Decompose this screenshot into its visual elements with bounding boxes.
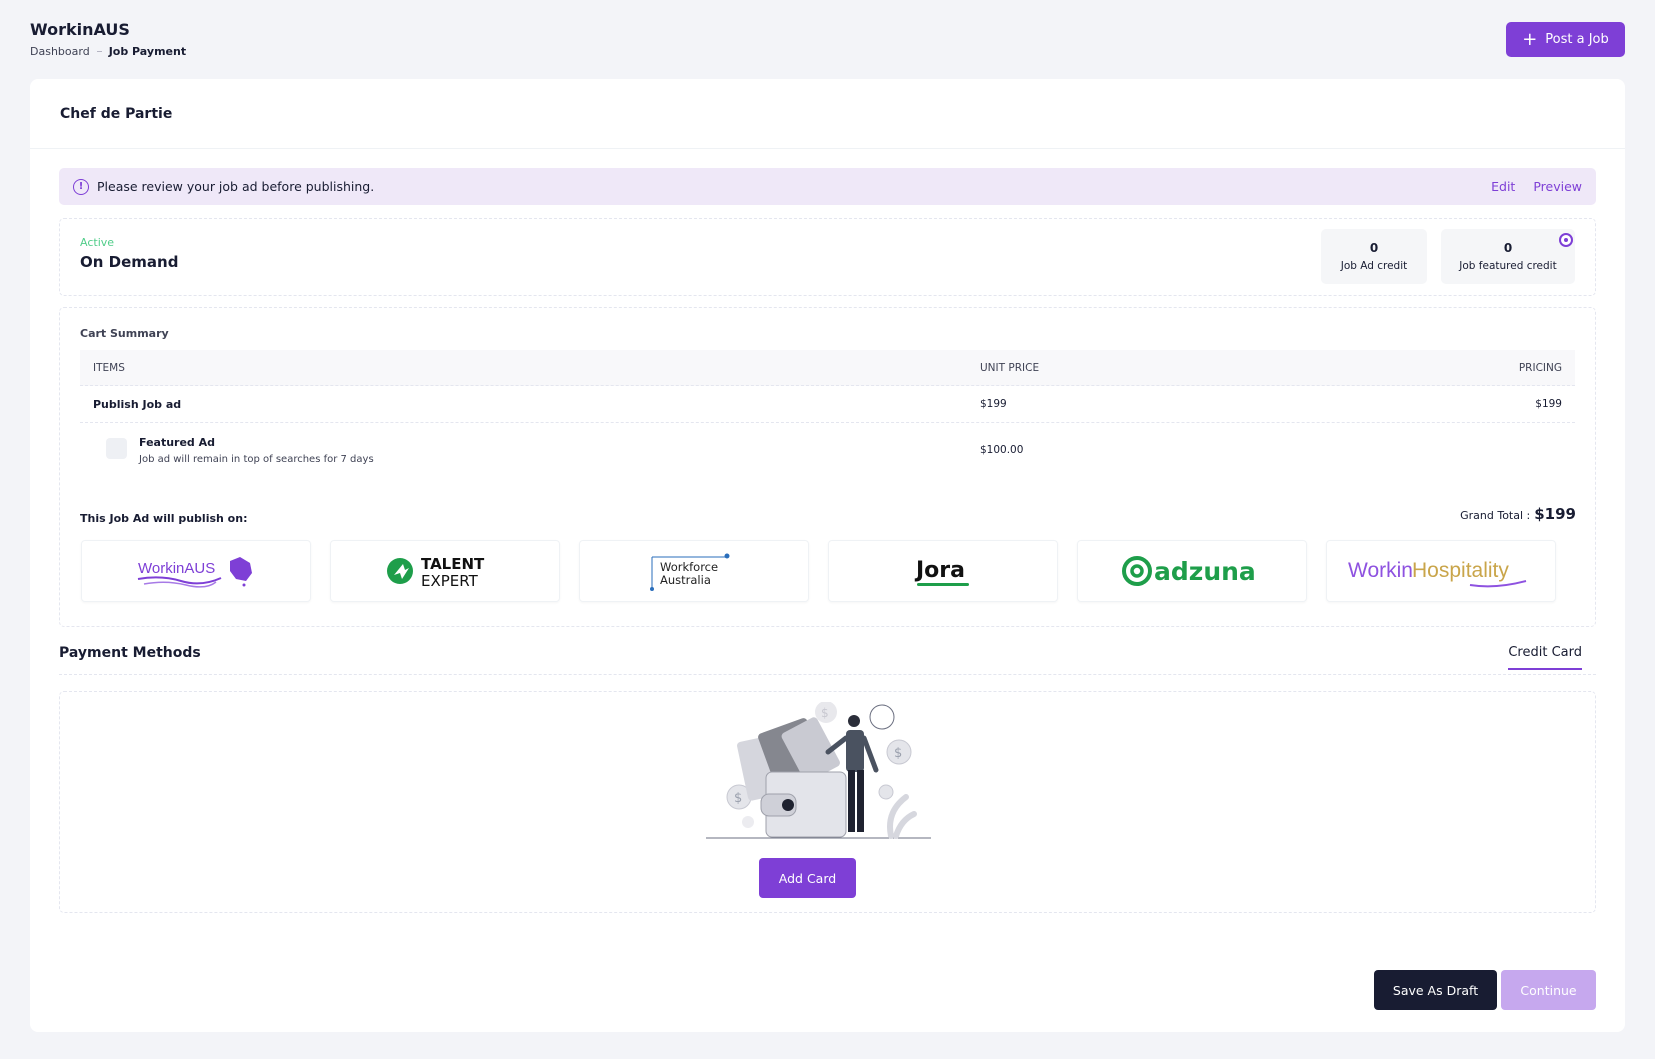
talent-expert-logo-line2: EXPERT [421,572,479,590]
job-ad-credit-value: 0 [1369,241,1379,255]
adzuna-logo: adzuna [1077,540,1307,602]
job-featured-credit: 0 Job featured credit [1441,229,1575,284]
grand-total-value: $199 [1534,505,1576,523]
breadcrumb-dashboard[interactable]: Dashboard [30,45,90,58]
row-item: Featured Ad Job ad will remain in top of… [80,436,980,465]
grand-total-label: Grand Total : [1460,509,1531,522]
plan-name: On Demand [80,253,179,271]
workinaus-logo-text: WorkinAUS [138,560,215,577]
post-job-label: Post a Job [1545,32,1609,47]
talent-expert-logo-line1: TALENT [421,555,485,573]
job-ad-credit: 0 Job Ad credit [1321,229,1427,284]
card-header: Chef de Partie [30,79,1625,149]
plan-radio[interactable] [1559,233,1573,247]
table-row: Featured Ad Job ad will remain in top of… [80,423,1575,477]
job-title: Chef de Partie [60,105,173,122]
svg-text:$: $ [734,791,742,806]
col-items-header: ITEMS [93,361,125,374]
footer-actions: Save As Draft Continue [1374,970,1596,1010]
partner-logos: WorkinAUS TALENT EXPERT Workforce Austra… [81,540,1556,602]
edit-link[interactable]: Edit [1491,179,1515,194]
row-pricing: $199 [1535,398,1562,410]
preview-link[interactable]: Preview [1533,179,1582,194]
notice-message: Please review your job ad before publish… [97,179,375,194]
job-featured-credit-value: 0 [1503,241,1513,255]
payment-methods-header: Payment Methods Credit Card [59,645,1596,675]
workinhospitality-logo: Workin Hospitality [1326,540,1556,602]
talent-expert-logo: TALENT EXPERT [330,540,560,602]
svg-text:$: $ [821,706,829,720]
app-title: WorkinAUS [30,20,130,39]
workinaus-logo: WorkinAUS [81,540,311,602]
info-icon: ! [73,178,89,195]
featured-ad-description: Job ad will remain in top of searches fo… [139,453,374,465]
continue-button[interactable]: Continue [1501,970,1596,1010]
col-unit-price-header: UNIT PRICE [980,361,1040,374]
post-job-button[interactable]: + Post a Job [1506,22,1625,57]
plan-box: Active On Demand 0 Job Ad credit 0 Job f… [59,218,1596,296]
featured-ad-title: Featured Ad [139,435,216,449]
featured-ad-text: Featured Ad Job ad will remain in top of… [139,436,374,465]
featured-ad-option: Featured Ad Job ad will remain in top of… [93,436,980,465]
breadcrumb: Dashboard Job Payment [30,45,186,58]
topbar: WorkinAUS Dashboard Job Payment [30,20,186,58]
grand-total: Grand Total : $199 [1460,505,1576,523]
cart-title: Cart Summary [80,327,169,340]
cart-summary: Cart Summary ITEMS UNIT PRICE PRICING Pu… [59,307,1596,627]
wallet-illustration: $ $ $ [706,701,936,856]
add-card-button[interactable]: Add Card [759,858,856,898]
row-item: Publish Job ad [93,397,182,411]
col-pricing-header: PRICING [1518,361,1562,374]
review-notice: ! Please review your job ad before publi… [59,168,1596,205]
jora-logo-text: Jora [914,558,965,583]
svg-text:Workin: Workin [1348,559,1413,582]
breadcrumb-separator [96,51,102,52]
payment-methods-title: Payment Methods [59,645,201,661]
cart-table: ITEMS UNIT PRICE PRICING Publish Job ad … [80,350,1575,477]
table-header: ITEMS UNIT PRICE PRICING [80,350,1575,386]
svg-text:Hospitality: Hospitality [1412,559,1509,582]
table-row: Publish Job ad $199 $199 [80,386,1575,423]
notice-links: Edit Preview [1491,179,1582,194]
jora-logo: Jora [828,540,1058,602]
adzuna-logo-text: adzuna [1154,557,1256,586]
plus-icon: + [1522,28,1538,50]
workforce-australia-logo: Workforce Australia [579,540,809,602]
breadcrumb-current: Job Payment [108,45,187,58]
svg-text:$: $ [894,746,902,761]
tab-credit-card[interactable]: Credit Card [1508,645,1582,670]
save-as-draft-button[interactable]: Save As Draft [1374,970,1497,1010]
svg-text:Australia: Australia [660,573,711,587]
job-featured-credit-label: Job featured credit [1459,260,1557,272]
publish-on-label: This Job Ad will publish on: [80,512,248,525]
svg-text:Workforce: Workforce [660,560,718,574]
plan-status: Active [80,236,115,249]
payment-methods-panel: $ $ $ Add Card [59,691,1596,913]
featured-ad-checkbox[interactable] [106,437,127,459]
job-ad-credit-label: Job Ad credit [1340,260,1408,272]
row-unit-price: $199 [980,398,1007,410]
row-unit-price: $100.00 [980,444,1024,456]
job-payment-card: Chef de Partie ! Please review your job … [30,79,1625,1032]
